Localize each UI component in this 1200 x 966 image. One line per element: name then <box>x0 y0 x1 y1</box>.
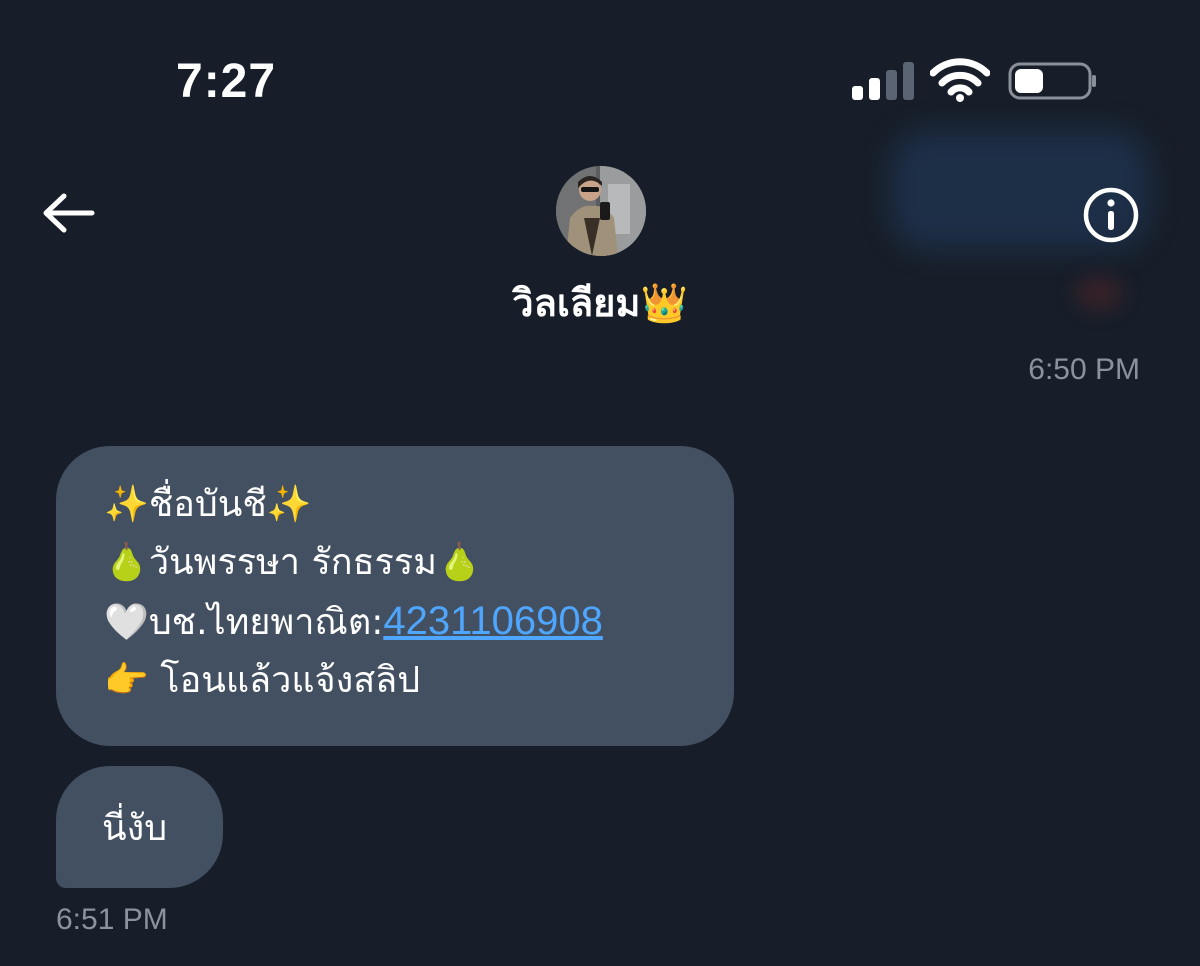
message-line-prefix: 🤍บช.ไทยพาณิต: <box>104 602 384 643</box>
status-time: 7:27 <box>176 55 277 108</box>
blurred-dot <box>1076 276 1122 310</box>
message-bubble[interactable]: ✨ชื่อบันชี✨ 🍐วันพรรษา รักธรรม🍐 🤍บช.ไทยพา… <box>56 446 734 746</box>
avatar-photo <box>556 166 646 256</box>
contact-name[interactable]: วิลเลียม👑 <box>300 276 900 332</box>
battery-icon <box>1008 62 1096 100</box>
message-line: ✨ชื่อบันชี✨ <box>104 484 312 525</box>
cellular-signal-icon <box>852 62 914 100</box>
message-line: 👉 โอนแล้วแจ้งสลิป <box>104 660 421 701</box>
message-timestamp: 6:50 PM <box>1028 353 1140 386</box>
info-circle-icon[interactable] <box>1082 186 1140 244</box>
wifi-icon <box>930 58 990 102</box>
message-line: 🍐วันพรรษา รักธรรม🍐 <box>104 542 482 583</box>
message-timestamp: 6:51 PM <box>56 903 168 936</box>
arrow-left-icon[interactable] <box>40 190 98 236</box>
account-number-link[interactable]: 4231106908 <box>383 599 603 643</box>
message-text: นี่งับ <box>102 808 168 849</box>
message-bubble[interactable]: นี่งับ <box>56 766 223 888</box>
message-line: 🤍บช.ไทยพาณิต:4231106908 <box>104 592 734 652</box>
contact-avatar[interactable] <box>556 166 646 256</box>
